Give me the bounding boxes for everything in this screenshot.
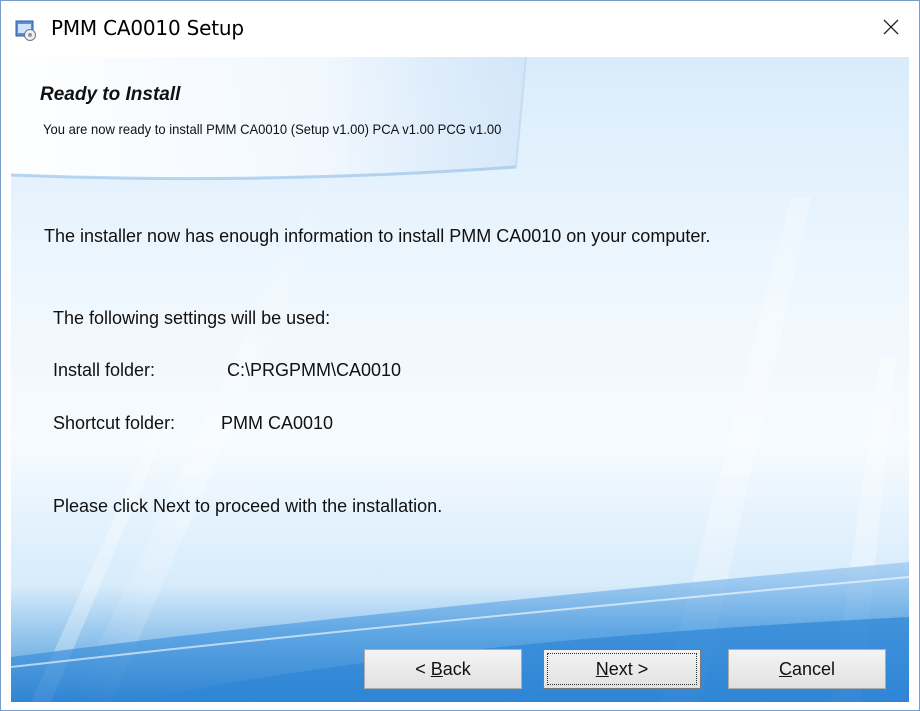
close-button[interactable] (863, 1, 919, 57)
next-button-label: Next > (595, 658, 649, 679)
next-button[interactable]: Next > (543, 649, 701, 689)
shortcut-folder-label: Shortcut folder: (53, 413, 176, 433)
title-bar[interactable]: PMM CA0010 Setup (1, 1, 919, 57)
installer-app-icon (15, 19, 37, 41)
back-button[interactable]: < Back (364, 649, 522, 689)
shortcut-folder-value: PMM CA0010 (221, 413, 334, 433)
install-folder-value: C:\PRGPMM\CA0010 (227, 360, 402, 380)
cancel-button-label: Cancel (778, 658, 836, 679)
setup-window: PMM CA0010 Setup Ready to Install You ar… (0, 0, 920, 711)
back-button-label: < Back (415, 658, 471, 679)
instruction-text: Please click Next to proceed with the in… (53, 496, 443, 516)
intro-text: The installer now has enough information… (44, 226, 711, 246)
close-icon (882, 18, 900, 41)
page-subtitle: You are now ready to install PMM CA0010 … (43, 121, 502, 137)
wizard-content: Ready to Install You are now ready to in… (11, 57, 909, 702)
page-title: Ready to Install (40, 84, 181, 105)
cancel-button[interactable]: Cancel (728, 649, 886, 689)
install-folder-label: Install folder: (53, 360, 156, 380)
window-title: PMM CA0010 Setup (51, 16, 244, 40)
settings-heading: The following settings will be used: (53, 308, 331, 328)
